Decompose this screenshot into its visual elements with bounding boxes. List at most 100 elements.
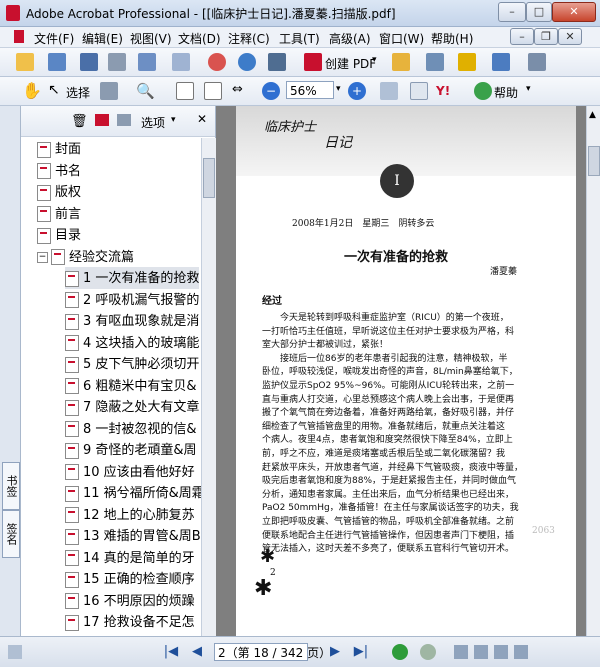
menu-view[interactable]: 视图(V) — [130, 30, 172, 47]
organizer-icon[interactable] — [48, 53, 66, 71]
help-dropdown-icon[interactable]: ▾ — [526, 84, 531, 94]
print-icon[interactable] — [108, 53, 126, 71]
rotate-view-icon[interactable] — [380, 82, 398, 100]
next-page-button[interactable]: ▶ — [326, 643, 344, 661]
select-tool-button[interactable]: 选择 — [66, 84, 90, 101]
menu-advanced[interactable]: 高级(A) — [329, 30, 371, 47]
bookmark-item[interactable]: 12 地上的心肺复苏 — [65, 504, 195, 526]
menu-tools[interactable]: 工具(T) — [279, 30, 320, 47]
bookmark-item[interactable]: 15 正确的检查顺序 — [65, 568, 195, 590]
continuous-facing-icon[interactable] — [514, 645, 528, 659]
menu-comments[interactable]: 注释(C) — [228, 30, 270, 47]
bookmark-item[interactable]: 16 不明原因的烦躁 — [65, 590, 195, 612]
review-comment-icon[interactable] — [392, 53, 410, 71]
web-icon[interactable] — [238, 53, 256, 71]
body-line: 今天是轮转到呼吸科重症监护室（RICU）的第一个夜班， — [280, 313, 509, 323]
bookmark-item[interactable]: 9 奇怪的老頑童&周 — [65, 439, 197, 461]
doc-minimize-button[interactable]: – — [510, 28, 534, 45]
doc-close-button[interactable]: ✕ — [558, 28, 582, 45]
bookmark-item[interactable]: 封面 — [37, 138, 81, 160]
bookmarks-scroll-thumb[interactable] — [203, 158, 215, 198]
bookmark-item[interactable]: 2 呼吸机漏气报警的 — [65, 289, 199, 311]
window-title: Adobe Acrobat Professional - [[临床护士日记].潘… — [26, 7, 396, 21]
next-view-icon[interactable] — [420, 644, 436, 660]
bookmark-item[interactable]: 4 这块插入的玻璃能 — [65, 332, 199, 354]
bookmark-item[interactable]: 17 抢救设备不足怎 — [65, 611, 195, 633]
zoom-in-icon[interactable]: 🔍 — [136, 82, 155, 100]
bookmark-item[interactable]: 前言 — [37, 203, 81, 225]
bookmark-item[interactable]: 3 有呕血现象就是消 — [65, 310, 199, 332]
fit-width-icon[interactable]: ⇔ — [232, 82, 250, 100]
document-scrollbar[interactable]: ▲ — [586, 106, 600, 636]
bookmark-item[interactable]: 13 难插的胃管&周B — [65, 525, 201, 547]
bookmark-item[interactable]: 7 隐蔽之处大有文章 — [65, 396, 199, 418]
chevron-down-icon[interactable]: ▾ — [372, 55, 377, 65]
body-line: 细检查了气管插管盘里的用物。准备就绪后，就重点关注着这 — [262, 421, 506, 432]
attach-icon[interactable] — [172, 53, 190, 71]
body-line: 监护仪显示SpO2 95%~96%。可能刚从ICU轮转出来，之前一 — [262, 381, 515, 391]
bookmark-item[interactable]: 14 真的是简单的牙 — [65, 547, 195, 569]
page-number-field[interactable]: 2（第 18 / 342 页） — [214, 643, 331, 661]
menu-edit[interactable]: 编辑(E) — [82, 30, 123, 47]
last-page-button[interactable]: ▶| — [352, 643, 370, 661]
zoom-out-icon[interactable]: − — [262, 82, 280, 100]
zoom-level-field[interactable]: 56% — [286, 81, 334, 99]
create-pdf-button[interactable]: 创建 PDF — [325, 55, 376, 72]
continuous-icon[interactable] — [474, 645, 488, 659]
bookmark-item[interactable]: 书名 — [37, 160, 81, 182]
delete-bookmark-icon[interactable]: 🗑 — [71, 114, 88, 129]
secure-lock-icon[interactable] — [458, 53, 476, 71]
options-dropdown-icon[interactable]: ▾ — [171, 115, 176, 125]
snapshot-icon[interactable] — [100, 82, 118, 100]
save-icon[interactable] — [80, 53, 98, 71]
sign-pen-icon[interactable] — [492, 53, 510, 71]
expand-bookmark-icon[interactable] — [117, 114, 131, 126]
email-icon[interactable] — [138, 53, 156, 71]
tab-signatures[interactable]: 签名 — [2, 510, 20, 558]
bookmark-item[interactable]: 8 一封被忽视的信& — [65, 418, 197, 440]
close-panel-icon[interactable]: ✕ — [197, 112, 207, 126]
hand-tool-icon[interactable]: ✋ — [22, 82, 42, 100]
fit-page-icon[interactable] — [204, 82, 222, 100]
page-layout-icon[interactable] — [410, 82, 428, 100]
new-bookmark-icon[interactable] — [95, 114, 109, 126]
doc-restore-button[interactable]: ❐ — [534, 28, 558, 45]
document-scroll-thumb[interactable] — [588, 146, 600, 176]
scroll-up-arrow-icon[interactable]: ▲ — [589, 110, 596, 120]
menu-file[interactable]: 文件(F) — [34, 30, 74, 47]
bookmark-item[interactable]: 5 皮下气肿必须切开 — [65, 353, 199, 375]
bookmark-item[interactable]: − 经验交流篇 — [37, 246, 134, 268]
document-icon[interactable] — [14, 30, 24, 43]
zoom-dropdown-icon[interactable]: ▾ — [336, 84, 341, 94]
single-page-icon[interactable] — [454, 645, 468, 659]
open-folder-icon[interactable] — [16, 53, 34, 71]
bookmark-item[interactable]: 10 应该由看他好好 — [65, 461, 195, 483]
bookmark-item[interactable]: 1 一次有准备的抢救 — [65, 267, 200, 289]
options-menu-button[interactable]: 选项 — [141, 114, 165, 131]
menu-window[interactable]: 窗口(W) — [379, 30, 424, 47]
menu-document[interactable]: 文档(D) — [178, 30, 221, 47]
bookmark-item[interactable]: 目录 — [37, 224, 81, 246]
stamp-icon[interactable] — [208, 53, 226, 71]
tab-bookmarks[interactable]: 书签 — [2, 462, 20, 510]
previous-view-icon[interactable] — [392, 644, 408, 660]
help-button[interactable]: 帮助 — [494, 84, 518, 101]
first-page-button[interactable]: |◀ — [162, 643, 180, 661]
bookmark-item[interactable]: 版权 — [37, 181, 81, 203]
maximize-button[interactable]: □ — [526, 2, 552, 22]
minimize-button[interactable]: – — [498, 2, 526, 22]
menu-help[interactable]: 帮助(H) — [431, 30, 473, 47]
combine-files-icon[interactable] — [426, 53, 444, 71]
bookmark-item[interactable]: 11 祸兮福所倚&周霜 — [65, 482, 201, 504]
close-button[interactable]: ✕ — [552, 2, 596, 22]
actual-size-icon[interactable] — [176, 82, 194, 100]
bookmarks-scrollbar[interactable] — [201, 138, 216, 636]
collapse-toggle-icon[interactable]: − — [37, 251, 48, 263]
previous-page-button[interactable]: ◀ — [188, 643, 206, 661]
facing-icon[interactable] — [494, 645, 508, 659]
bookmark-item[interactable]: 6 粗糙米中有宝贝& — [65, 375, 197, 397]
yahoo-toolbar-button[interactable]: Y! — [436, 84, 450, 98]
forms-icon[interactable] — [528, 53, 546, 71]
search-binoculars-icon[interactable] — [268, 53, 286, 71]
zoom-in-plus-icon[interactable]: + — [348, 82, 366, 100]
